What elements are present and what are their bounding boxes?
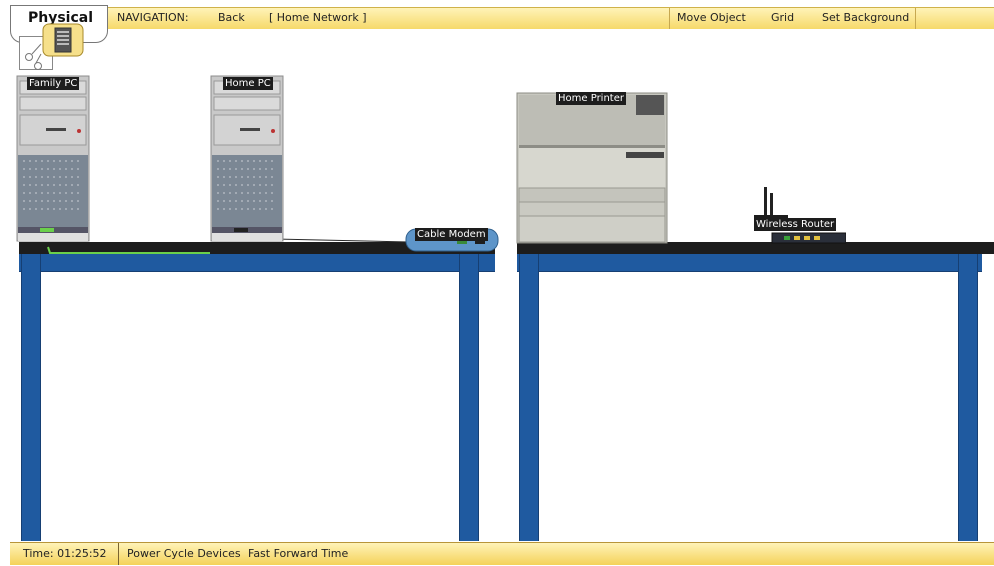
fast-forward-time-button[interactable]: Fast Forward Time <box>248 547 348 560</box>
right-table-apron <box>517 254 982 272</box>
toolbar-divider <box>669 8 670 29</box>
home-printer-label: Home Printer <box>556 92 626 105</box>
home-printer-device[interactable] <box>516 92 668 244</box>
left-table-leg-left <box>21 254 41 541</box>
power-cycle-devices-button[interactable]: Power Cycle Devices <box>127 547 241 560</box>
right-table-leg-left <box>519 254 539 541</box>
left-table-apron <box>19 254 495 272</box>
bottom-status-bar: Time: 01:25:52 Power Cycle Devices Fast … <box>10 542 994 565</box>
wireless-router-device[interactable] <box>754 185 847 245</box>
cluster-icon[interactable] <box>42 23 84 57</box>
home-pc-label: Home PC <box>223 77 273 90</box>
right-table-leg-right <box>958 254 978 541</box>
navigation-label: NAVIGATION: <box>117 11 189 24</box>
physical-workspace[interactable]: Family PC Home PC Cable Modem Home Print… <box>10 29 994 541</box>
toolbar-divider <box>915 8 916 29</box>
cable-modem-label: Cable Modem <box>415 228 488 241</box>
family-pc-label: Family PC <box>27 77 80 90</box>
set-background-button[interactable]: Set Background <box>822 11 909 24</box>
window-left-edge <box>0 0 10 566</box>
time-display: Time: 01:25:52 <box>23 547 107 560</box>
left-table-leg-right <box>459 254 479 541</box>
grid-button[interactable]: Grid <box>771 11 794 24</box>
top-toolbar: NAVIGATION: Back [ Home Network ] Move O… <box>10 7 994 30</box>
cable-lines <box>47 238 411 254</box>
location-breadcrumb[interactable]: [ Home Network ] <box>269 11 367 24</box>
status-divider <box>118 543 119 565</box>
home-pc-device[interactable] <box>210 75 286 243</box>
family-pc-device[interactable] <box>16 75 92 243</box>
wireless-router-label: Wireless Router <box>754 218 837 231</box>
back-button[interactable]: Back <box>218 11 245 24</box>
move-object-button[interactable]: Move Object <box>677 11 746 24</box>
